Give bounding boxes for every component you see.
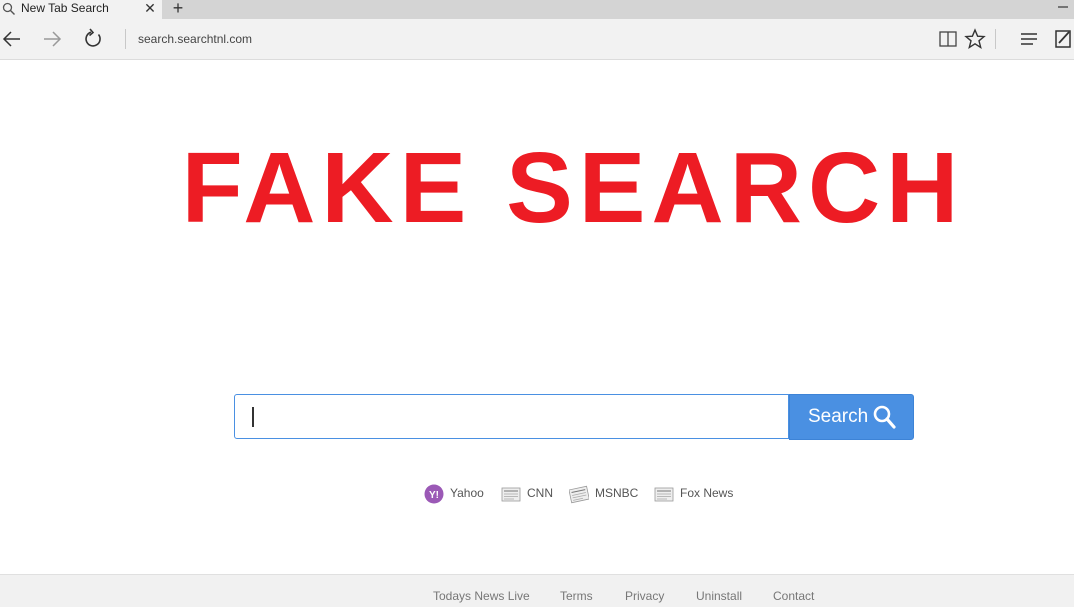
favorite-star-icon[interactable] (963, 27, 987, 51)
hub-menu-icon[interactable] (1017, 27, 1041, 51)
address-divider (125, 29, 126, 49)
search-icon (873, 405, 896, 429)
forward-icon[interactable] (40, 27, 64, 51)
close-icon[interactable]: ✕ (143, 0, 157, 16)
quick-links: Y! Yahoo CNN MSNBC Fox News (0, 482, 1074, 506)
newspaper-icon (654, 487, 674, 502)
browser-toolbar: search.searchtnl.com (0, 19, 1074, 60)
tab-strip: New Tab Search ✕ + (0, 0, 1074, 19)
minimize-icon[interactable] (1056, 0, 1070, 14)
tab-title: New Tab Search (21, 1, 109, 15)
address-bar[interactable]: search.searchtnl.com (138, 32, 252, 46)
search-input[interactable] (234, 394, 789, 439)
quick-link-label: MSNBC (595, 486, 639, 500)
quick-link-fox-news[interactable]: Fox News (654, 482, 736, 506)
reading-view-icon[interactable] (936, 27, 960, 51)
footer-link-contact[interactable]: Contact (773, 589, 814, 603)
newspaper-icon (569, 485, 589, 504)
text-caret (252, 407, 254, 427)
back-icon[interactable] (0, 27, 24, 51)
newspaper-icon (501, 487, 521, 502)
search-button-label: Search (808, 406, 869, 427)
quick-link-msnbc[interactable]: MSNBC (569, 482, 641, 506)
footer-link-privacy[interactable]: Privacy (625, 589, 664, 603)
quick-link-label: Yahoo (450, 486, 484, 500)
footer-link-terms[interactable]: Terms (560, 589, 593, 603)
quick-link-cnn[interactable]: CNN (501, 482, 553, 506)
quick-link-yahoo[interactable]: Y! Yahoo (424, 482, 486, 506)
search-icon (2, 2, 15, 15)
page-footer: Todays News Live Terms Privacy Uninstall… (0, 574, 1074, 607)
new-tab-button[interactable]: + (168, 0, 188, 18)
quick-link-label: Fox News (680, 486, 734, 500)
refresh-icon[interactable] (81, 27, 105, 51)
toolbar-divider (995, 29, 996, 49)
quick-link-label: CNN (527, 486, 553, 500)
footer-link-uninstall[interactable]: Uninstall (696, 589, 742, 603)
tab-new-tab-search[interactable]: New Tab Search ✕ (0, 0, 162, 19)
footer-link-todays-news-live[interactable]: Todays News Live (433, 589, 530, 603)
web-note-icon[interactable] (1050, 27, 1074, 51)
yahoo-icon: Y! (424, 484, 444, 504)
search-button[interactable]: Search (789, 394, 914, 440)
svg-text:Y!: Y! (429, 490, 439, 501)
fake-search-headline: FAKE SEARCH (181, 132, 965, 244)
